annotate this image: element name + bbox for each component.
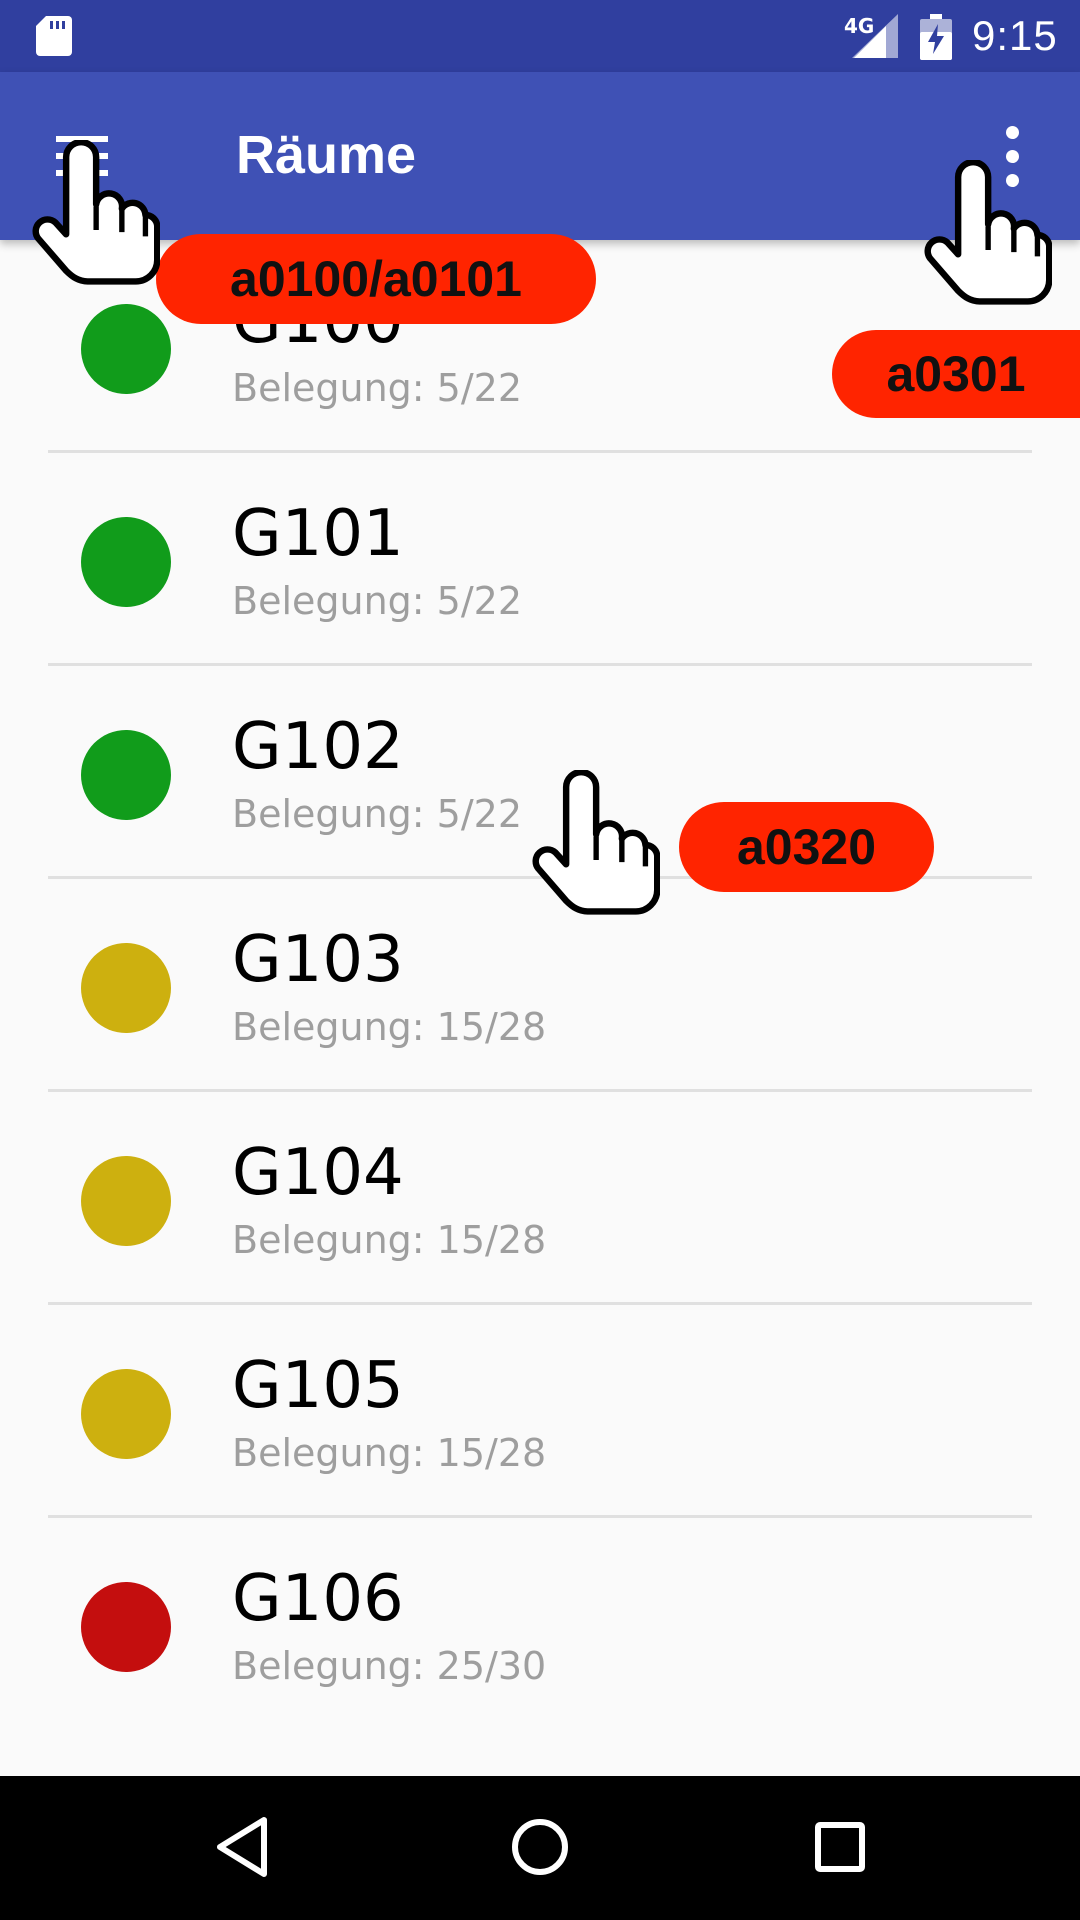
page-title: Räume [236,125,417,185]
status-dot [81,1156,171,1246]
app-bar: Räume [0,72,1080,240]
back-icon[interactable] [210,1812,274,1882]
room-occupancy: Belegung: 15/28 [232,1218,547,1262]
room-list: G100 Belegung: 5/22 G101 Belegung: 5/22 … [0,240,1080,1728]
status-bar: 4G 9:15 [0,0,1080,72]
tap-hand-icon [532,770,660,915]
tap-hand-icon [924,160,1052,305]
battery-charging-icon [920,14,952,60]
room-name: G106 [232,1562,404,1636]
room-item-g106[interactable]: G106 Belegung: 25/30 [0,1518,1080,1728]
room-occupancy: Belegung: 5/22 [232,366,523,410]
sd-card-icon [36,16,72,56]
room-occupancy: Belegung: 5/22 [232,579,523,623]
room-name: G105 [232,1349,404,1423]
recents-icon[interactable] [808,1812,872,1882]
status-dot [81,304,171,394]
status-clock: 9:15 [972,12,1058,59]
room-name: G103 [232,923,404,997]
annotation-tag-item: a0320 [679,802,934,892]
room-occupancy: Belegung: 15/28 [232,1431,547,1475]
status-dot [81,943,171,1033]
annotation-tag-menu: a0100/a0101 [156,234,596,324]
tap-hand-icon [32,140,160,285]
navigation-bar [0,1776,1080,1920]
room-item-g101[interactable]: G101 Belegung: 5/22 [0,453,1080,666]
room-name: G104 [232,1136,404,1210]
room-name: G101 [232,497,404,571]
home-icon[interactable] [508,1812,572,1882]
status-dot [81,517,171,607]
room-occupancy: Belegung: 25/30 [232,1644,547,1688]
status-dot [81,1582,171,1672]
signal-icon [852,14,898,58]
room-occupancy: Belegung: 15/28 [232,1005,547,1049]
annotation-tag-overflow: a0301 [832,330,1080,418]
status-dot [81,1369,171,1459]
room-name: G102 [232,710,404,784]
room-item-g105[interactable]: G105 Belegung: 15/28 [0,1305,1080,1518]
room-occupancy: Belegung: 5/22 [232,792,523,836]
room-item-g104[interactable]: G104 Belegung: 15/28 [0,1092,1080,1305]
status-dot [81,730,171,820]
